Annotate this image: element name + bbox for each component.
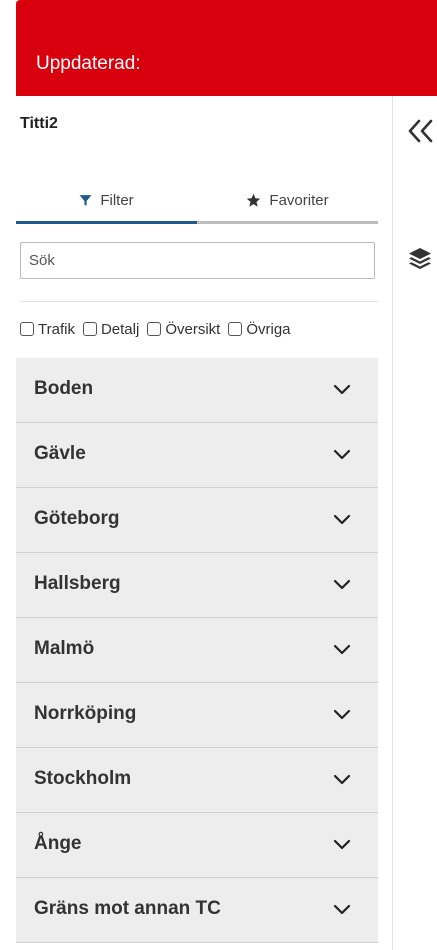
- group-label: Malmö: [34, 638, 95, 659]
- group-item-hallsberg[interactable]: Hallsberg: [16, 553, 378, 618]
- group-label: Norrköping: [34, 703, 137, 724]
- layers-icon[interactable]: [407, 245, 433, 271]
- checkbox-box[interactable]: [228, 322, 243, 336]
- group-label: Gävle: [34, 443, 86, 464]
- chevron-down-icon: [333, 384, 351, 395]
- group-item-grans-mot-annan-tc[interactable]: Gräns mot annan TC: [16, 878, 378, 943]
- checkbox-oversikt[interactable]: Översikt: [147, 321, 220, 338]
- group-item-boden[interactable]: Boden: [16, 358, 378, 423]
- panel-tabs: Filter Favoriter: [16, 176, 378, 224]
- group-item-ange[interactable]: Ånge: [16, 813, 378, 878]
- group-label: Hallsberg: [34, 573, 121, 594]
- tab-filter[interactable]: Filter: [16, 176, 197, 224]
- chevron-down-icon: [333, 514, 351, 525]
- group-item-goteborg[interactable]: Göteborg: [16, 488, 378, 553]
- group-label: Ånge: [34, 833, 82, 854]
- panel-title: Titti2: [20, 115, 58, 132]
- star-icon: [246, 193, 261, 208]
- checkbox-box[interactable]: [147, 322, 162, 336]
- chevron-down-icon: [333, 449, 351, 460]
- double-chevron-left-icon[interactable]: [405, 116, 437, 146]
- chevron-down-icon: [333, 904, 351, 915]
- filter-icon: [79, 194, 92, 207]
- category-checkboxes: Trafik Detalj Översikt Övriga: [20, 318, 392, 340]
- group-item-stockholm[interactable]: Stockholm: [16, 748, 378, 813]
- chevron-down-icon: [333, 709, 351, 720]
- tab-favorites[interactable]: Favoriter: [197, 176, 378, 224]
- group-list: Boden Gävle Göteborg Hallsberg Malmö Nor…: [16, 358, 378, 943]
- checkbox-label: Detalj: [100, 320, 140, 338]
- update-banner: Uppdaterad:: [16, 0, 437, 96]
- tab-favorites-label: Favoriter: [269, 191, 329, 209]
- filter-separator: [20, 301, 378, 302]
- group-label: Stockholm: [34, 768, 132, 789]
- group-item-malmo[interactable]: Malmö: [16, 618, 378, 683]
- chevron-down-icon: [333, 839, 351, 850]
- tab-active-indicator: [16, 221, 197, 224]
- checkbox-box[interactable]: [20, 322, 34, 336]
- tab-filter-label: Filter: [100, 191, 134, 209]
- panel-divider: [392, 96, 393, 950]
- search-input[interactable]: [20, 242, 375, 279]
- checkbox-label: Trafik: [38, 320, 75, 338]
- checkbox-ovriga[interactable]: Övriga: [228, 320, 291, 338]
- layer-panel: Titti2 Filter Favoriter Trafik Detalj: [16, 96, 378, 950]
- chevron-down-icon: [333, 774, 351, 785]
- checkbox-box[interactable]: [82, 322, 97, 336]
- group-label: Gräns mot annan TC: [34, 898, 221, 919]
- checkbox-trafik[interactable]: Trafik: [20, 321, 75, 338]
- checkbox-label: Översikt: [165, 320, 221, 338]
- update-banner-text: Uppdaterad:: [36, 53, 141, 74]
- checkbox-detalj[interactable]: Detalj: [82, 320, 140, 338]
- group-label: Boden: [34, 378, 94, 399]
- chevron-down-icon: [333, 579, 351, 590]
- group-label: Göteborg: [34, 508, 120, 529]
- checkbox-label: Övriga: [246, 320, 291, 338]
- group-item-norrkoping[interactable]: Norrköping: [16, 683, 378, 748]
- chevron-down-icon: [333, 644, 351, 655]
- group-item-gavle[interactable]: Gävle: [16, 423, 378, 488]
